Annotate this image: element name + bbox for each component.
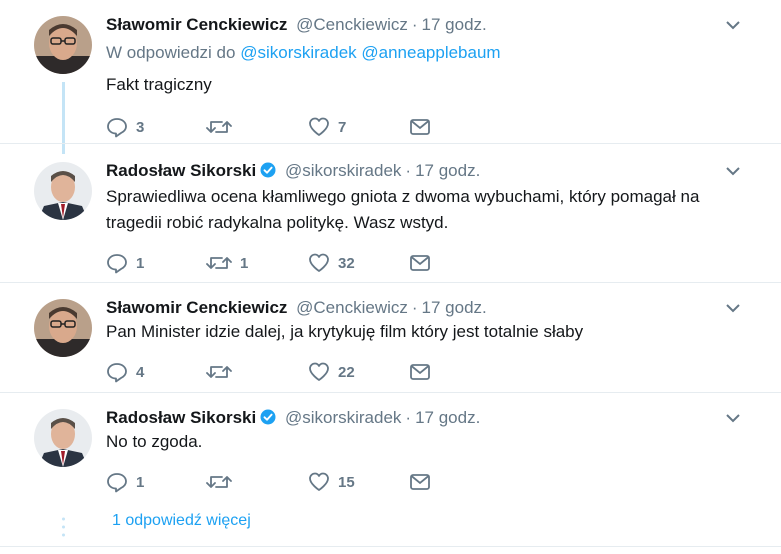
tweet-actions: 4 22 [106, 360, 526, 384]
retweet-button[interactable] [206, 470, 240, 494]
reply-count: 4 [136, 363, 145, 381]
tweet-time[interactable]: 17 godz. [422, 15, 487, 34]
avatar-sikorski[interactable] [34, 162, 92, 220]
retweet-button[interactable] [206, 115, 240, 139]
mention-link[interactable]: @sikorskiradek [240, 43, 356, 62]
reply-icon [107, 118, 127, 138]
retweet-icon [206, 257, 232, 269]
tweet-header: Radosław Sikorski @sikorskiradek · 17 godz… [106, 405, 480, 431]
author-handle[interactable]: @Cenckiewicz [296, 15, 408, 34]
heart-icon [309, 253, 329, 272]
author-handle[interactable]: @sikorskiradek [285, 408, 401, 427]
divider [0, 392, 781, 393]
tweet-header: Radosław Sikorski @sikorskiradek · 17 godz… [106, 158, 480, 184]
verified-badge-icon [260, 162, 276, 178]
tweet-4[interactable]: Radosław Sikorski @sikorskiradek · 17 godz… [0, 405, 781, 505]
author-name[interactable]: Radosław Sikorski [106, 408, 256, 427]
like-count: 7 [338, 118, 347, 136]
retweet-count: 1 [240, 254, 249, 272]
retweet-icon [206, 121, 232, 133]
chevron-down-icon[interactable] [725, 411, 741, 425]
tweet-time[interactable]: 17 godz. [415, 161, 480, 180]
reply-count: 1 [136, 473, 145, 491]
tweet-3[interactable]: Sławomir Cenckiewicz @Cenckiewicz · 17 god… [0, 295, 781, 395]
avatar-sikorski[interactable] [34, 409, 92, 467]
tweet-2[interactable]: Radosław Sikorski @sikorskiradek · 17 godz… [0, 158, 781, 288]
author-handle[interactable]: @sikorskiradek [285, 161, 401, 180]
reply-button[interactable]: 1 [106, 251, 144, 275]
tweet-actions: 3 7 [106, 115, 526, 139]
like-button[interactable]: 15 [308, 470, 355, 494]
reply-icon [107, 473, 127, 493]
retweet-icon [206, 366, 232, 378]
like-button[interactable]: 22 [308, 360, 355, 384]
chevron-down-icon[interactable] [725, 301, 741, 315]
reply-icon [107, 363, 127, 383]
verified-badge-icon [260, 409, 276, 425]
thread-dots-icon [62, 517, 65, 537]
tweet-time[interactable]: 17 godz. [422, 298, 487, 317]
tweet-actions: 1 1 32 [106, 251, 526, 275]
author-name[interactable]: Radosław Sikorski [106, 161, 256, 180]
retweet-button[interactable]: 1 [206, 251, 248, 275]
tweet-1[interactable]: Sławomir Cenckiewicz @Cenckiewicz · 17 god… [0, 12, 781, 154]
avatar-cenckiewicz[interactable] [34, 16, 92, 74]
avatar-cenckiewicz[interactable] [34, 299, 92, 357]
retweet-button[interactable] [206, 360, 240, 384]
message-button[interactable] [409, 251, 431, 275]
envelope-icon [410, 119, 430, 135]
separator-dot: · [411, 298, 418, 317]
envelope-icon [410, 364, 430, 380]
envelope-icon [410, 474, 430, 490]
reply-prefix: W odpowiedzi do [106, 43, 236, 62]
like-button[interactable]: 7 [308, 115, 346, 139]
tweet-text: Fakt tragiczny [106, 75, 212, 94]
reply-button[interactable]: 4 [106, 360, 144, 384]
mention-link[interactable]: @anneapplebaum [361, 43, 500, 62]
reply-button[interactable]: 1 [106, 470, 144, 494]
tweet-text: Sprawiedliwa ocena kłamliwego gniota z d… [106, 187, 700, 232]
reply-icon [107, 254, 127, 274]
tweet-text: No to zgoda. [106, 432, 203, 451]
author-name[interactable]: Sławomir Cenckiewicz [106, 298, 287, 317]
tweet-time[interactable]: 17 godz. [415, 408, 480, 427]
chevron-down-icon[interactable] [725, 18, 741, 32]
reply-count: 3 [136, 118, 145, 136]
tweet-header: Sławomir Cenckiewicz @Cenckiewicz · 17 god… [106, 12, 487, 38]
retweet-icon [206, 476, 232, 488]
message-button[interactable] [409, 360, 431, 384]
message-button[interactable] [409, 115, 431, 139]
like-count: 22 [338, 363, 355, 381]
separator-dot: · [405, 408, 412, 427]
heart-icon [309, 362, 329, 381]
show-more-replies-link[interactable]: 1 odpowiedź więcej [112, 512, 251, 530]
reply-context: W odpowiedzi do @sikorskiradek @anneappl… [106, 43, 501, 63]
separator-dot: · [405, 161, 412, 180]
heart-icon [309, 117, 329, 136]
envelope-icon [410, 255, 430, 271]
reply-count: 1 [136, 254, 145, 272]
divider [0, 282, 781, 283]
author-name[interactable]: Sławomir Cenckiewicz [106, 15, 287, 34]
separator-dot: · [411, 15, 418, 34]
divider [0, 143, 781, 144]
author-handle[interactable]: @Cenckiewicz [296, 298, 408, 317]
message-button[interactable] [409, 470, 431, 494]
reply-button[interactable]: 3 [106, 115, 144, 139]
chevron-down-icon[interactable] [725, 164, 741, 178]
like-button[interactable]: 32 [308, 251, 355, 275]
divider [0, 546, 781, 547]
like-count: 32 [338, 254, 355, 272]
heart-icon [309, 472, 329, 491]
tweet-text: Pan Minister idzie dalej, ja krytykuję f… [106, 322, 584, 341]
tweet-header: Sławomir Cenckiewicz @Cenckiewicz · 17 god… [106, 295, 487, 321]
tweet-actions: 1 15 [106, 470, 526, 494]
like-count: 15 [338, 473, 355, 491]
